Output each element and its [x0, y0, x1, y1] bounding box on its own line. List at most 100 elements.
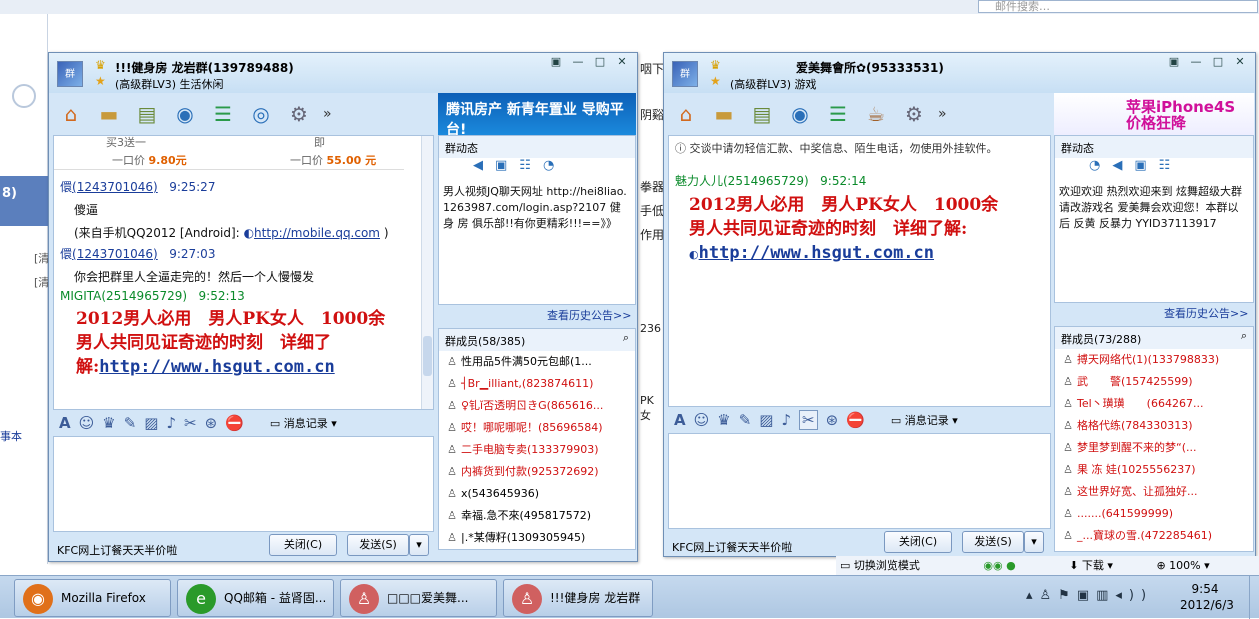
sender-name[interactable]: (1243701046): [72, 180, 158, 194]
photo-tab-icon[interactable]: ▣: [1134, 158, 1146, 180]
close-icon[interactable]: ✕: [1231, 55, 1249, 69]
member-item[interactable]: ♙ _...寶球の雪.(472285461): [1055, 525, 1253, 547]
voice-icon[interactable]: ◉: [786, 100, 814, 128]
close-icon[interactable]: ✕: [613, 55, 631, 69]
coffee-icon[interactable]: ☕: [862, 100, 890, 128]
voice-icon[interactable]: ◉: [171, 100, 199, 128]
left-link-1[interactable]: [清: [34, 250, 49, 266]
search-icon[interactable]: ⌕: [1241, 329, 1247, 343]
folder-icon[interactable]: ▬: [95, 100, 123, 128]
sender-name[interactable]: 魅力人儿(2514965729): [675, 174, 809, 188]
member-item[interactable]: ♙ 这世界好宽、让孤独好...: [1055, 481, 1253, 503]
bottom-ad-link[interactable]: KFC网上订餐天天半价啦: [672, 539, 792, 555]
notice-icon[interactable]: ☰: [824, 100, 852, 128]
message-record-button[interactable]: ▭ 消息记录 ▾: [891, 412, 958, 428]
member-item[interactable]: ♙ 性用品5件满50元包邮(1...: [439, 351, 635, 373]
more-icon[interactable]: »: [938, 106, 947, 122]
chart-tab-icon[interactable]: ◔: [1089, 158, 1100, 180]
edit-icon[interactable]: ✎: [739, 411, 752, 429]
compat-view-button[interactable]: ▭ 切换浏览模式: [840, 559, 920, 572]
magic-icon[interactable]: ♛: [102, 414, 115, 432]
zoom-control[interactable]: ⊕ 100% ▾: [1156, 559, 1209, 572]
ad-banner[interactable]: 腾讯房产 新青年置业 导购平台!: [438, 93, 636, 135]
member-item[interactable]: ♙ x(543645936): [439, 483, 635, 505]
chart-tab-icon[interactable]: ◔: [543, 158, 554, 180]
message-link[interactable]: http://mobile.qq.com: [254, 226, 380, 240]
taskbar-item-firefox[interactable]: ◉ Mozilla Firefox: [14, 579, 171, 617]
send-button[interactable]: 发送(S): [962, 531, 1024, 553]
send-options-icon[interactable]: ▾: [1024, 531, 1044, 553]
close-button[interactable]: 关闭(C): [269, 534, 337, 556]
left-item[interactable]: 事本: [0, 428, 22, 444]
taskbar-item-qqmail[interactable]: e QQ邮箱 - 益肾固...: [177, 579, 334, 617]
clock[interactable]: 9:54 2012/6/3: [1180, 582, 1234, 612]
member-item[interactable]: ♙ 二手电脑专卖(133379903): [439, 439, 635, 461]
minimize-icon[interactable]: —: [1187, 55, 1205, 69]
member-item[interactable]: ♙ 哎！哪呢哪呢！(85696584): [439, 417, 635, 439]
folder-icon[interactable]: ▬: [710, 100, 738, 128]
download-button[interactable]: ⬇ 下载 ▾: [1069, 559, 1113, 572]
member-item[interactable]: ♙ .......(641599999): [1055, 503, 1253, 525]
magic-icon[interactable]: ♛: [717, 411, 730, 429]
photo-tab-icon[interactable]: ▣: [495, 158, 507, 180]
message-input[interactable]: [668, 433, 1051, 529]
album-icon[interactable]: ▤: [133, 100, 161, 128]
tray-icons[interactable]: ▴♙⚑▣▥◂)): [1026, 588, 1153, 603]
message-input[interactable]: [53, 436, 434, 532]
member-item[interactable]: ♙ 格格代练(784330313): [1055, 415, 1253, 437]
left-link-2[interactable]: [清: [34, 274, 49, 290]
music-icon[interactable]: ♪: [781, 411, 791, 429]
send-button[interactable]: 发送(S): [347, 534, 409, 556]
scroll-thumb[interactable]: [423, 336, 432, 376]
chat-scrollbar[interactable]: [421, 136, 433, 409]
settings-icon[interactable]: ⚙: [285, 100, 313, 128]
list-tab-icon[interactable]: ☷: [1159, 158, 1171, 180]
font-icon[interactable]: A: [59, 414, 71, 432]
image-icon[interactable]: ▨: [759, 411, 773, 429]
history-link[interactable]: 查看历史公告>>: [1164, 305, 1248, 321]
maximize-icon[interactable]: □: [591, 55, 609, 69]
home-icon[interactable]: ⌂: [57, 100, 85, 128]
search-icon[interactable]: ⌕: [623, 331, 629, 345]
member-item[interactable]: ♙ 幸福.急不來(495817572): [439, 505, 635, 527]
spam-link[interactable]: http://www.hsgut.com.cn: [99, 357, 334, 377]
recall-icon[interactable]: ⊛: [205, 414, 218, 432]
mail-search-input[interactable]: 邮件搜索…: [978, 0, 1258, 13]
message-record-button[interactable]: ▭ 消息记录 ▾: [270, 415, 337, 431]
addon-icons[interactable]: ◉◉ ●: [983, 559, 1015, 572]
bottom-ad-link[interactable]: KFC网上订餐天天半价啦: [57, 542, 177, 558]
member-item[interactable]: ♙ 内裤货到付款(925372692): [439, 461, 635, 483]
music-icon[interactable]: ♪: [166, 414, 176, 432]
font-icon[interactable]: A: [674, 411, 686, 429]
block-icon[interactable]: ⛔: [846, 411, 865, 429]
history-link[interactable]: 查看历史公告>>: [547, 307, 631, 323]
recall-icon[interactable]: ⊛: [826, 411, 839, 429]
title-bar[interactable]: 群 ♛ ★ !!!健身房 龙岩群(139789488) (高级群LV3) 生活休…: [49, 53, 637, 93]
member-item[interactable]: ♙ Tel丶璜璜 (664267...: [1055, 393, 1253, 415]
image-icon[interactable]: ▨: [144, 414, 158, 432]
member-item[interactable]: ♙ 果 冻 娃(1025556237): [1055, 459, 1253, 481]
close-button[interactable]: 关闭(C): [884, 531, 952, 553]
screenshot-icon[interactable]: ✂: [184, 414, 197, 432]
taskbar-item-dance-group[interactable]: ♙ □□□爱美舞...: [340, 579, 497, 617]
member-item[interactable]: ♙ 搏天网络代(1)(133798833): [1055, 349, 1253, 371]
maximize-icon[interactable]: □: [1209, 55, 1227, 69]
show-desktop-button[interactable]: [1249, 576, 1259, 619]
member-item[interactable]: ♙ 梦里梦到醒不来的梦“(...: [1055, 437, 1253, 459]
spam-link[interactable]: http://www.hsgut.com.cn: [699, 243, 934, 263]
more-icon[interactable]: »: [323, 106, 332, 122]
taskbar-item-fitness-group[interactable]: ♙ !!!健身房 龙岩群: [503, 579, 653, 617]
settings-icon[interactable]: ⚙: [900, 100, 928, 128]
sender-name[interactable]: (1243701046): [72, 247, 158, 261]
list-tab-icon[interactable]: ☷: [519, 158, 531, 180]
member-item[interactable]: ♙ ┤Br▁illiant,(823874611): [439, 373, 635, 395]
edit-icon[interactable]: ✎: [124, 414, 137, 432]
notice-tab-icon[interactable]: ◀: [473, 158, 483, 180]
notice-tab-icon[interactable]: ◀: [1112, 158, 1122, 180]
member-item[interactable]: ♙ |.*某傳籽(1309305945): [439, 527, 635, 549]
ad-banner[interactable]: 苹果iPhone4S 价格狂降: [1054, 93, 1254, 135]
folder-badge[interactable]: 8): [0, 176, 48, 226]
album-icon[interactable]: ▤: [748, 100, 776, 128]
video-icon[interactable]: ◎: [247, 100, 275, 128]
minimize-icon[interactable]: —: [569, 55, 587, 69]
